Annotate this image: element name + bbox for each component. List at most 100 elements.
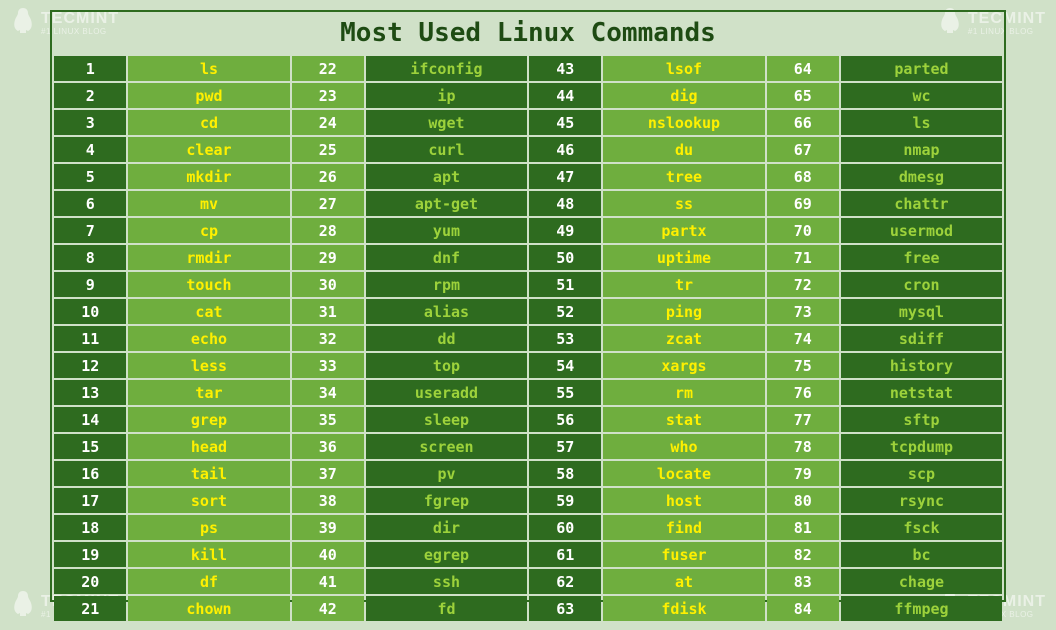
command-name: dir [366,515,527,540]
command-name: cd [128,110,289,135]
command-number: 5 [54,164,126,189]
command-number: 81 [767,515,839,540]
command-name: echo [128,326,289,351]
command-number: 82 [767,542,839,567]
command-number: 34 [292,380,364,405]
command-number: 64 [767,56,839,81]
command-name: sleep [366,407,527,432]
command-name: wc [841,83,1002,108]
command-number: 61 [529,542,601,567]
command-number: 30 [292,272,364,297]
command-name: ffmpeg [841,596,1002,621]
command-number: 38 [292,488,364,513]
command-name: touch [128,272,289,297]
command-number: 75 [767,353,839,378]
command-number: 59 [529,488,601,513]
command-number: 44 [529,83,601,108]
command-name: rsync [841,488,1002,513]
command-name: cron [841,272,1002,297]
command-name: top [366,353,527,378]
command-number: 28 [292,218,364,243]
command-number: 50 [529,245,601,270]
command-number: 60 [529,515,601,540]
command-name: du [603,137,764,162]
command-name: find [603,515,764,540]
command-number: 12 [54,353,126,378]
command-name: chown [128,596,289,621]
command-name: ls [128,56,289,81]
command-number: 39 [292,515,364,540]
command-number: 80 [767,488,839,513]
command-name: pwd [128,83,289,108]
command-number: 48 [529,191,601,216]
command-name: host [603,488,764,513]
command-number: 8 [54,245,126,270]
command-number: 72 [767,272,839,297]
command-name: lsof [603,56,764,81]
command-number: 23 [292,83,364,108]
command-name: cp [128,218,289,243]
command-number: 83 [767,569,839,594]
command-number: 16 [54,461,126,486]
command-name: ps [128,515,289,540]
command-number: 24 [292,110,364,135]
command-name: fd [366,596,527,621]
command-name: screen [366,434,527,459]
command-name: ls [841,110,1002,135]
command-number: 63 [529,596,601,621]
command-name: mv [128,191,289,216]
command-name: nslookup [603,110,764,135]
command-name: pv [366,461,527,486]
command-name: chage [841,569,1002,594]
commands-panel: Most Used Linux Commands 1ls22ifconfig43… [50,10,1006,602]
command-number: 26 [292,164,364,189]
command-name: ssh [366,569,527,594]
command-name: yum [366,218,527,243]
command-number: 47 [529,164,601,189]
command-name: dmesg [841,164,1002,189]
command-name: cat [128,299,289,324]
command-number: 76 [767,380,839,405]
command-number: 46 [529,137,601,162]
command-number: 71 [767,245,839,270]
command-name: rm [603,380,764,405]
command-name: tar [128,380,289,405]
command-name: df [128,569,289,594]
command-number: 62 [529,569,601,594]
command-name: dd [366,326,527,351]
command-name: rmdir [128,245,289,270]
command-number: 11 [54,326,126,351]
command-number: 19 [54,542,126,567]
command-name: ifconfig [366,56,527,81]
command-name: dnf [366,245,527,270]
command-number: 67 [767,137,839,162]
command-name: locate [603,461,764,486]
command-number: 51 [529,272,601,297]
command-number: 70 [767,218,839,243]
command-name: usermod [841,218,1002,243]
command-name: grep [128,407,289,432]
command-name: uptime [603,245,764,270]
command-name: bc [841,542,1002,567]
command-number: 79 [767,461,839,486]
command-number: 65 [767,83,839,108]
command-name: free [841,245,1002,270]
command-name: zcat [603,326,764,351]
command-name: tcpdump [841,434,1002,459]
command-name: netstat [841,380,1002,405]
command-name: chattr [841,191,1002,216]
command-number: 55 [529,380,601,405]
command-number: 1 [54,56,126,81]
command-number: 45 [529,110,601,135]
commands-grid: 1ls22ifconfig43lsof64parted2pwd23ip44dig… [52,56,1004,623]
penguin-icon [10,589,36,624]
command-number: 74 [767,326,839,351]
command-name: clear [128,137,289,162]
command-name: ss [603,191,764,216]
command-name: tree [603,164,764,189]
command-name: mysql [841,299,1002,324]
page-title: Most Used Linux Commands [52,12,1004,56]
command-number: 66 [767,110,839,135]
command-name: less [128,353,289,378]
command-name: sort [128,488,289,513]
